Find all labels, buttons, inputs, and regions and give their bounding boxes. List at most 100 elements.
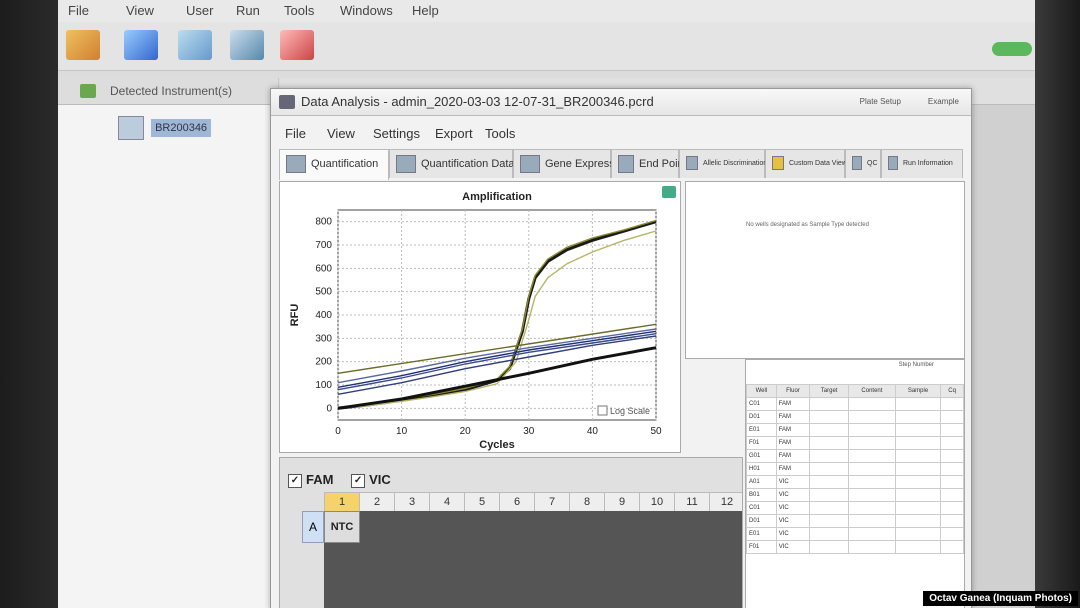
menu-help[interactable]: Help (412, 3, 439, 18)
window-menu-tools[interactable]: Tools (485, 126, 515, 141)
instrument-item[interactable]: BR200346 (118, 116, 212, 140)
tab-run-information[interactable]: Run Information (881, 149, 963, 178)
table-row[interactable]: E01 FAM (746, 423, 964, 437)
open-file-icon[interactable] (124, 30, 158, 60)
table-row[interactable]: A01 VIC (746, 475, 964, 489)
table-row[interactable]: F01 FAM (746, 436, 964, 450)
plate-column-header[interactable]: 7 (534, 492, 570, 512)
table-row[interactable]: F01 VIC (746, 540, 964, 554)
tab-gene-expression[interactable]: Gene Expression (513, 149, 629, 178)
menu-view[interactable]: View (126, 3, 154, 18)
plate-column-header[interactable]: 3 (394, 492, 430, 512)
analysis-icon[interactable] (280, 30, 314, 60)
table-header-cell[interactable]: Cq (940, 384, 964, 398)
log-scale-checkbox[interactable] (597, 405, 608, 416)
step-number-button[interactable]: Step Number (899, 362, 934, 368)
window-titlebar[interactable]: Data Analysis - admin_2020-03-03 12-07-3… (271, 89, 971, 116)
window-menu-export[interactable]: Export (435, 126, 473, 141)
vic-checkbox[interactable]: ✓ (351, 473, 366, 488)
plate-column-header[interactable]: 1 (324, 492, 360, 512)
plate-column-header[interactable]: 4 (429, 492, 465, 512)
plate-column-header[interactable]: 11 (674, 492, 710, 512)
table-cell (809, 527, 850, 541)
table-row[interactable]: C01 FAM (746, 397, 964, 411)
plate-column-header[interactable]: 2 (359, 492, 395, 512)
plate-column-header[interactable]: 8 (569, 492, 605, 512)
table-cell (848, 410, 896, 424)
tab-label: QC (867, 160, 878, 167)
tab-quantification[interactable]: Quantification (279, 149, 389, 180)
plate-well-a1[interactable]: NTC (324, 511, 360, 543)
thermal-cycler-icon (118, 116, 144, 140)
table-cell (809, 397, 850, 411)
table-cell (809, 410, 850, 424)
menu-tools[interactable]: Tools (284, 3, 314, 18)
menu-user[interactable]: User (186, 3, 213, 18)
table-row[interactable]: B01 VIC (746, 488, 964, 502)
gene-expression-icon (520, 155, 540, 174)
table-header-cell[interactable]: Well (746, 384, 777, 398)
table-cell (848, 527, 896, 541)
table-cell (848, 488, 896, 502)
new-experiment-icon[interactable] (66, 30, 100, 60)
window-menu-settings[interactable]: Settings (373, 126, 420, 141)
table-cell (940, 462, 964, 476)
example-button[interactable]: Example (928, 89, 959, 115)
plate-column-header[interactable]: 5 (464, 492, 500, 512)
allelic-icon (686, 156, 698, 171)
table-row[interactable]: C01 VIC (746, 501, 964, 515)
table-cell (940, 501, 964, 515)
window-menu-file[interactable]: File (285, 126, 306, 141)
table-cell (848, 540, 896, 554)
plate-column-header[interactable]: 10 (639, 492, 675, 512)
y-tick-label: 600 (315, 263, 332, 274)
window-menu-view[interactable]: View (327, 126, 355, 141)
plate-column-header[interactable]: 9 (604, 492, 640, 512)
table-header-cell[interactable]: Sample (894, 384, 942, 398)
instrument-icon[interactable] (178, 30, 212, 60)
tab-quantification-data[interactable]: Quantification Data (389, 149, 515, 178)
table-cell (940, 488, 964, 502)
plate-setup-button[interactable]: Plate Setup (860, 89, 901, 115)
tab-label: Quantification Data (421, 158, 515, 170)
table-header-cell[interactable]: Target (809, 384, 850, 398)
table-row[interactable]: E01 VIC (746, 527, 964, 541)
table-cell (894, 488, 942, 502)
instrument-header-icon (80, 84, 96, 98)
tab-end-point[interactable]: End Point (611, 149, 687, 178)
table-cell (894, 527, 942, 541)
table-cell (809, 423, 850, 437)
plot-area (337, 209, 657, 421)
table-row[interactable]: D01 FAM (746, 410, 964, 424)
instrument-panel-header: Detected Instrument(s) (58, 78, 278, 105)
table-header-cell[interactable]: Fluor (775, 384, 811, 398)
instrument-panel-title: Detected Instrument(s) (110, 84, 233, 98)
tab-custom-data-view[interactable]: Custom Data View (765, 149, 847, 178)
menu-run[interactable]: Run (236, 3, 260, 18)
screen: File View User Run Tools Windows Help De… (58, 0, 1038, 608)
table-cell: FAM (775, 449, 811, 463)
chart-options-icon[interactable] (662, 186, 676, 198)
monitor-bezel-right (1035, 0, 1080, 608)
table-cell (940, 436, 964, 450)
table-cell (940, 410, 964, 424)
table-row[interactable]: D01 VIC (746, 514, 964, 528)
table-cell (809, 488, 850, 502)
table-row[interactable]: G01 FAM (746, 449, 964, 463)
tab-qc[interactable]: QC (845, 149, 881, 178)
table-cell (940, 514, 964, 528)
menu-windows[interactable]: Windows (340, 3, 393, 18)
tab-allelic-discrimination[interactable]: Allelic Discrimination (679, 149, 767, 178)
table-cell (848, 397, 896, 411)
chart-title: Amplification (462, 191, 532, 203)
plate-column-header[interactable]: 6 (499, 492, 535, 512)
table-cell: VIC (775, 475, 811, 489)
table-header-cell[interactable]: Content (848, 384, 896, 398)
plate-icon[interactable] (230, 30, 264, 60)
fam-checkbox[interactable]: ✓ (288, 473, 302, 488)
photo-credit: Octav Ganea (Inquam Photos) (923, 591, 1078, 606)
menu-file[interactable]: File (68, 3, 89, 18)
table-row[interactable]: H01 FAM (746, 462, 964, 476)
x-tick-label: 10 (396, 426, 408, 437)
plate-column-header[interactable]: 12 (709, 492, 742, 512)
